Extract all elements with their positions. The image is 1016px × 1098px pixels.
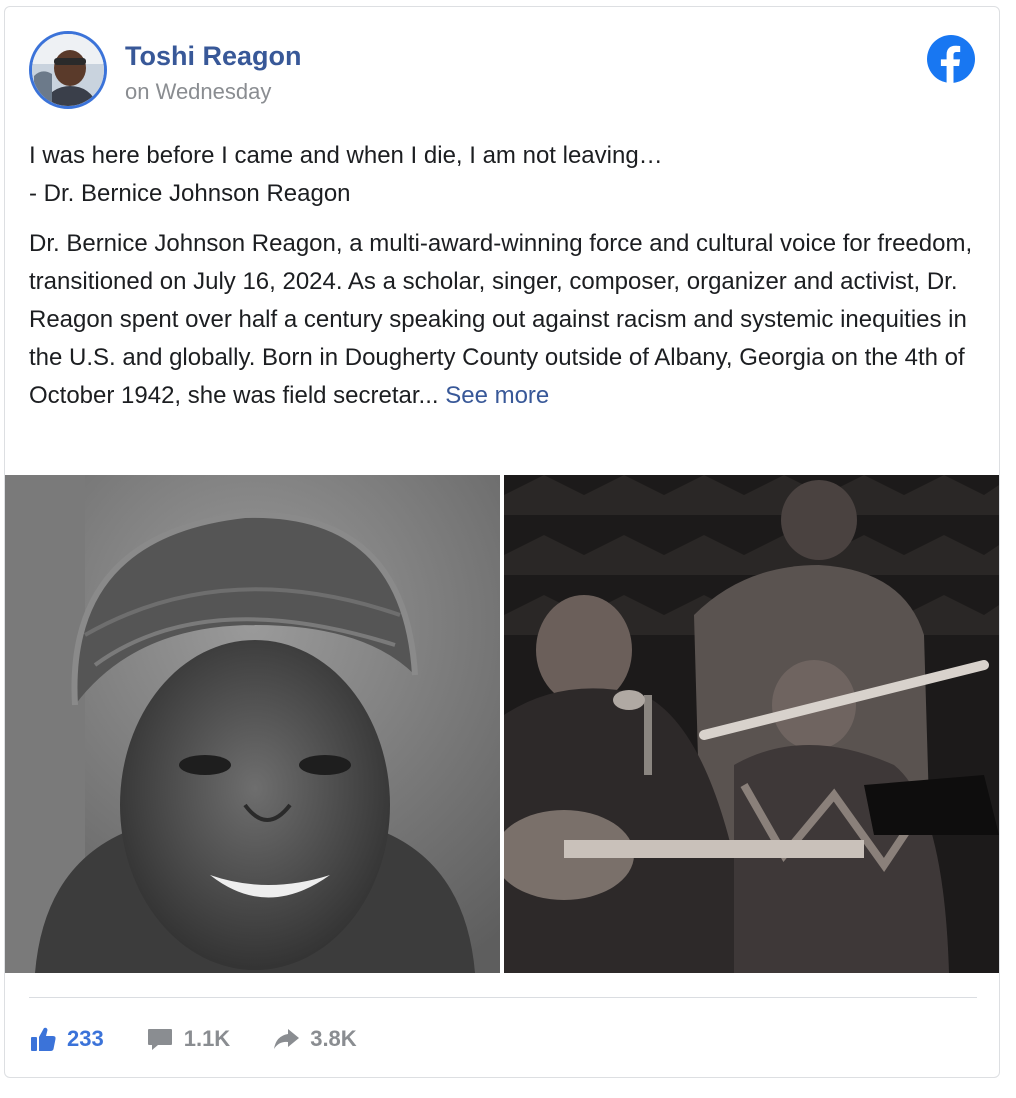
facebook-icon[interactable] bbox=[927, 35, 975, 83]
engagement-bar: 233 1.1K 3.8K bbox=[29, 1019, 399, 1059]
post-body: Dr. Bernice Johnson Reagon, a multi-awar… bbox=[29, 225, 979, 415]
share-count: 3.8K bbox=[310, 1026, 357, 1051]
portrait-photo[interactable] bbox=[5, 475, 500, 973]
quote-attribution: - Dr. Bernice Johnson Reagon bbox=[29, 180, 351, 207]
author-avatar[interactable] bbox=[29, 31, 107, 109]
comment-icon bbox=[146, 1025, 174, 1053]
like-button[interactable]: 233 bbox=[29, 1025, 104, 1053]
share-arrow-icon bbox=[272, 1025, 300, 1053]
post-timestamp[interactable]: on Wednesday bbox=[125, 79, 271, 105]
comment-count: 1.1K bbox=[183, 1026, 231, 1051]
concert-photo[interactable] bbox=[504, 475, 999, 973]
author-name[interactable]: Toshi Reagon bbox=[125, 41, 302, 72]
photo-grid bbox=[5, 475, 999, 973]
actions-divider bbox=[29, 997, 977, 998]
post-header: Toshi Reagon on Wednesday bbox=[5, 7, 999, 117]
quote-line: I was here before I came and when I die,… bbox=[29, 142, 663, 169]
avatar-image bbox=[32, 34, 104, 106]
post-text: I was here before I came and when I die,… bbox=[29, 137, 979, 415]
comment-button[interactable]: 1.1K bbox=[146, 1025, 230, 1053]
see-more-link[interactable]: See more bbox=[445, 382, 549, 409]
share-button[interactable]: 3.8K bbox=[272, 1025, 357, 1053]
facebook-post-card: Toshi Reagon on Wednesday I was here bef… bbox=[4, 6, 1000, 1078]
like-count: 233 bbox=[67, 1026, 104, 1051]
thumbs-up-icon bbox=[29, 1025, 57, 1053]
